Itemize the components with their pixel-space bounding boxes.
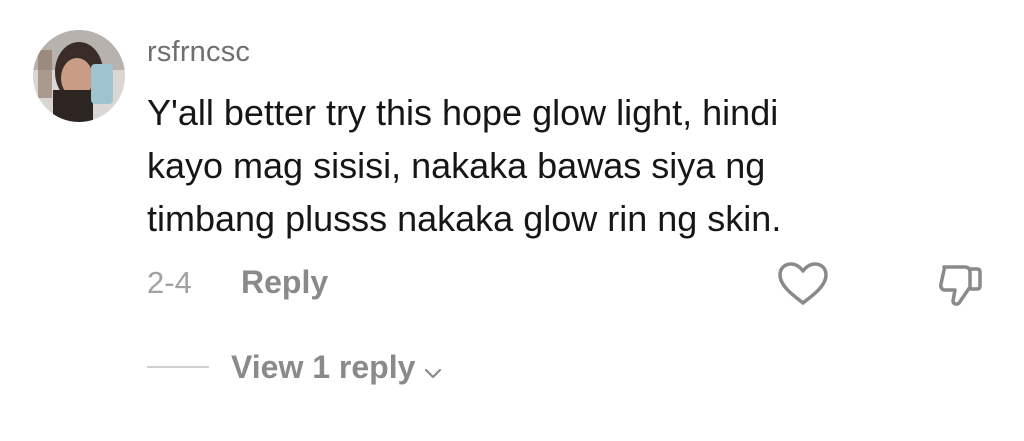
- heart-outline-icon: [778, 262, 828, 305]
- comment-text: Y'all better try this hope glow light, h…: [147, 86, 947, 245]
- dislike-button[interactable]: [935, 259, 985, 309]
- like-button[interactable]: [776, 261, 830, 307]
- comment-item: rsfrncsc Y'all better try this hope glow…: [0, 0, 1024, 441]
- view-replies-label: View 1 reply: [231, 349, 416, 385]
- chevron-down-icon: [421, 356, 445, 380]
- comment-text-line: kayo mag sisisi, nakaka bawas siya ng: [147, 145, 766, 186]
- view-replies-button[interactable]: View 1 reply: [231, 349, 445, 386]
- comment-username[interactable]: rsfrncsc: [147, 36, 250, 69]
- replies-divider: [147, 366, 209, 368]
- comment-text-line: Y'all better try this hope glow light, h…: [147, 92, 779, 133]
- thumbs-down-outline-icon: [939, 265, 982, 306]
- comment-date: 2-4: [147, 265, 192, 300]
- avatar[interactable]: [33, 30, 125, 122]
- avatar-image: [33, 30, 125, 122]
- comment-text-line: timbang plusss nakaka glow rin ng skin.: [147, 198, 782, 239]
- reply-button[interactable]: Reply: [241, 264, 328, 301]
